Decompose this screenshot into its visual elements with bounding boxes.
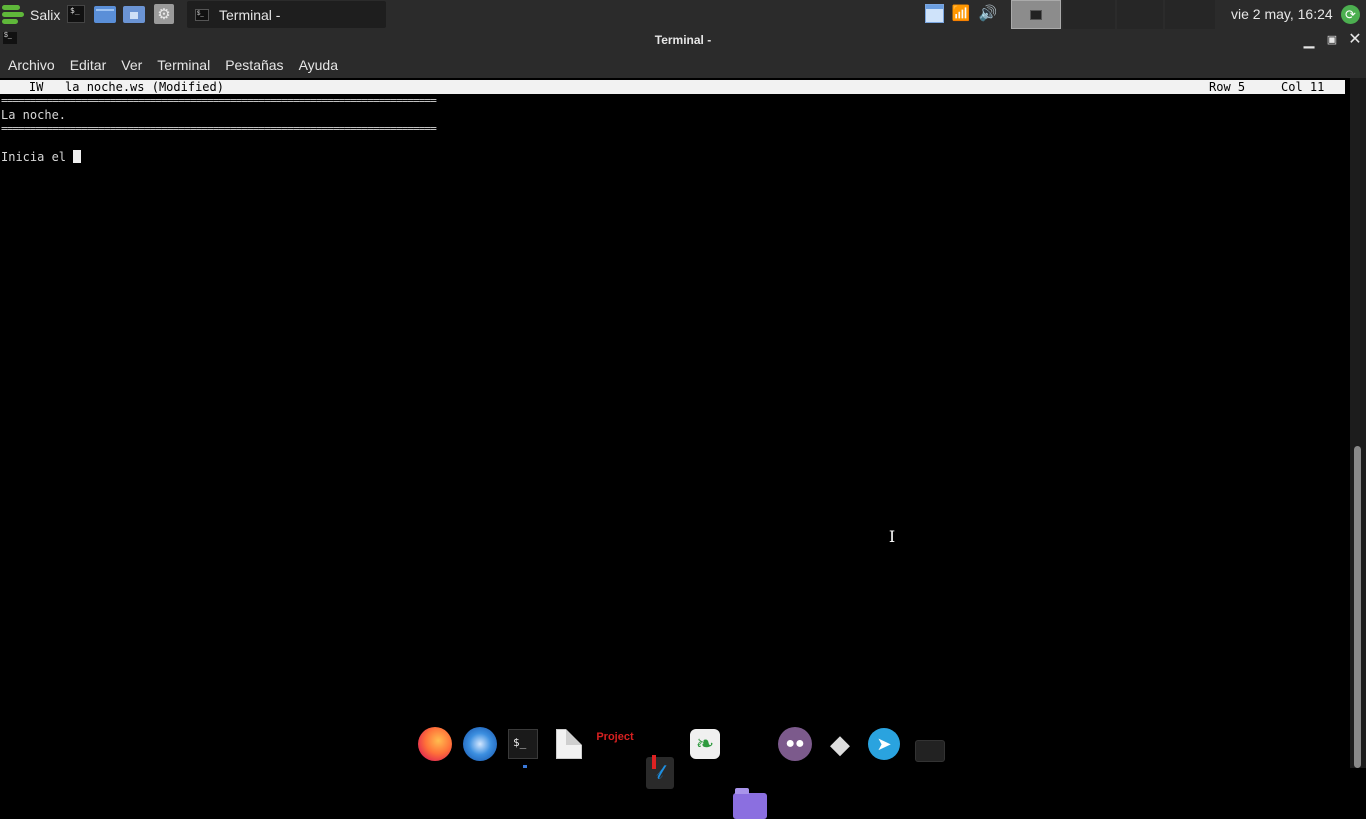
mouse-ibeam-cursor-icon: I <box>888 527 896 546</box>
terminal-icon: $_ <box>195 8 209 21</box>
scrollbar-thumb[interactable] <box>1354 446 1361 768</box>
editor-status-filename: IW la noche.ws (Modified) <box>0 80 224 94</box>
file-manager-icon <box>94 5 116 23</box>
salix-logo-icon <box>2 4 26 26</box>
top-panel: Salix $_ ⚙ $_ Terminal - 📶 🔊 vie 2 may, … <box>0 0 1366 29</box>
editor-status-row: Row 5 <box>1209 80 1246 94</box>
terminal-icon: $_ <box>67 5 85 23</box>
settings-launcher[interactable]: ⚙ <box>152 3 176 25</box>
taskbar-terminal-button[interactable]: $_ Terminal - <box>187 1 386 28</box>
workspace-4[interactable] <box>1165 0 1215 29</box>
text-cursor <box>73 150 82 163</box>
window-title: Terminal - <box>654 33 712 47</box>
window-titlebar[interactable]: $_ Terminal - ▁ ▣ ✕ <box>0 29 1366 52</box>
terminal-icon[interactable]: $_ <box>508 729 538 759</box>
folder-icon[interactable] <box>733 788 767 819</box>
keyboard-icon[interactable] <box>915 740 945 762</box>
wifi-tray-button[interactable]: 📶 <box>951 4 971 22</box>
menu-pestanas[interactable]: Pestañas <box>225 57 283 73</box>
settings-icon: ⚙ <box>154 4 174 24</box>
menu-editar[interactable]: Editar <box>70 57 107 73</box>
editor-line: ========================================… <box>1 122 437 135</box>
file-manager-launcher[interactable] <box>93 3 117 25</box>
clock[interactable]: vie 2 may, 16:24 <box>1231 6 1333 22</box>
book-icon[interactable]: 𝓁 <box>646 755 674 789</box>
workspace-1[interactable] <box>1011 0 1061 29</box>
maximize-button[interactable]: ▣ <box>1323 31 1341 49</box>
minimize-button[interactable]: ▁ <box>1300 31 1318 49</box>
window-tray-button[interactable] <box>925 4 944 23</box>
editor-status-col: Col 11 <box>1281 80 1325 94</box>
telegram-icon[interactable]: ➤ <box>868 728 900 760</box>
volume-icon: 🔊 <box>978 5 998 22</box>
editor-line: ========================================… <box>1 94 437 107</box>
dock: $_ Project 𝓁 ❧ ●● ◆ ➤ <box>414 722 954 819</box>
inkscape-icon[interactable]: ◆ <box>823 727 857 761</box>
editor-line: Inicia el <box>1 150 74 164</box>
workspace-window-thumbnail <box>1030 10 1042 20</box>
menu-ver[interactable]: Ver <box>121 57 142 73</box>
terminal-area[interactable]: IW la noche.ws (Modified) Row 5 Col 11 =… <box>0 78 1350 768</box>
workspace-3[interactable] <box>1117 0 1163 29</box>
home-folder-launcher[interactable] <box>122 3 146 25</box>
document-icon[interactable] <box>556 729 582 759</box>
window-icon <box>925 4 944 23</box>
menu-ayuda[interactable]: Ayuda <box>299 57 338 73</box>
menu-archivo[interactable]: Archivo <box>8 57 55 73</box>
terminal-launcher[interactable]: $_ <box>64 3 88 25</box>
pidgin-icon[interactable]: ●● <box>778 727 812 761</box>
menubar: Archivo Editar Ver Terminal Pestañas Ayu… <box>0 52 1366 78</box>
volume-tray-button[interactable]: 🔊 <box>978 4 998 22</box>
close-button[interactable]: ✕ <box>1346 31 1364 49</box>
leaf-icon[interactable]: ❧ <box>690 729 720 759</box>
project-icon[interactable]: Project <box>596 727 634 761</box>
editor-status-bar: IW la noche.ws (Modified) Row 5 Col 11 <box>0 80 1345 94</box>
thunderbird-icon[interactable] <box>463 727 497 761</box>
wifi-icon: 📶 <box>951 5 971 22</box>
editor-cursor-line: Inicia el <box>1 150 82 164</box>
taskbar-terminal-label: Terminal - <box>219 6 281 23</box>
salix-menu-button[interactable]: Salix <box>2 2 60 27</box>
terminal-scrollbar[interactable] <box>1350 78 1366 768</box>
maximize-icon: ▣ <box>1326 34 1338 46</box>
home-folder-icon <box>123 5 145 23</box>
firefox-icon[interactable] <box>418 727 452 761</box>
minimize-icon: ▁ <box>1303 32 1315 48</box>
close-icon: ✕ <box>1348 31 1362 48</box>
editor-line: La noche. <box>1 108 67 122</box>
salix-menu-label: Salix <box>30 6 61 23</box>
workspace-2[interactable] <box>1063 0 1115 29</box>
menu-terminal[interactable]: Terminal <box>157 57 210 73</box>
update-icon[interactable]: ⟳ <box>1341 5 1360 24</box>
